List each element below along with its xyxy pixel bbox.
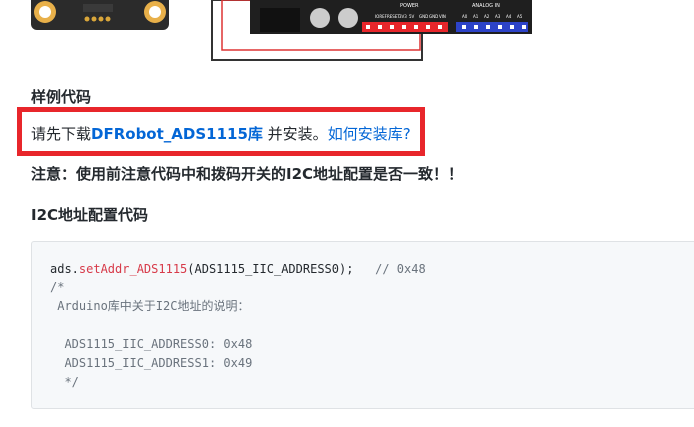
pin-vin: VIN xyxy=(439,14,446,19)
code-inline-comment: // 0x48 xyxy=(375,262,426,276)
sample-code-heading: 样例代码 xyxy=(31,88,92,106)
code-comment-close: */ xyxy=(50,375,79,389)
install-prefix: 请先下载 xyxy=(31,125,92,143)
code-object: ads. xyxy=(50,262,79,276)
pin-5v: 5V xyxy=(409,14,415,19)
pin-a5: A5 xyxy=(517,14,523,19)
code-comment-address0: ADS1115_IIC_ADDRESS0: 0x48 xyxy=(50,337,253,351)
code-comment-open: /* xyxy=(50,280,65,294)
pin-gnd-1: GND xyxy=(419,14,428,19)
i2c-config-heading: I2C地址配置代码 xyxy=(31,206,149,224)
pin-a0: A0 xyxy=(462,14,468,19)
how-to-install-link[interactable]: 如何安装库? xyxy=(328,125,411,143)
analog-in-label: ANALOG IN xyxy=(472,3,500,9)
board-image xyxy=(31,0,169,30)
pin-a2: A2 xyxy=(484,14,490,19)
install-middle: 并安装。 xyxy=(262,125,328,143)
pin-a3: A3 xyxy=(495,14,501,19)
code-args: (ADS1115_IIC_ADDRESS0); xyxy=(187,262,376,276)
code-comment-desc: Arduino库中关于I2C地址的说明： xyxy=(50,299,250,313)
pin-a4: A4 xyxy=(506,14,512,19)
code-block[interactable]: ads.setAddr_ADS1115(ADS1115_IIC_ADDRESS0… xyxy=(31,241,694,409)
library-download-link[interactable]: DFRobot_ADS1115库 xyxy=(91,125,263,143)
code-line-setaddr: ads.setAddr_ADS1115(ADS1115_IIC_ADDRESS0… xyxy=(50,261,426,277)
power-header-label: POWER xyxy=(400,3,419,9)
code-function: setAddr_ADS1115 xyxy=(78,262,188,276)
pin-gnd-2: GND xyxy=(429,14,438,19)
wiring-diagram-image: POWER ANALOG IN IOREF RESET 3V3 5V GND G… xyxy=(211,0,532,61)
note-heading: 注意：使用前注意代码中和拨码开关的I2C地址配置是否一致！！ xyxy=(31,165,464,183)
install-instruction: 请先下载DFRobot_ADS1115库 并安装。如何安装库? xyxy=(31,124,411,144)
code-comment-address1: ADS1115_IIC_ADDRESS1: 0x49 xyxy=(50,356,253,370)
pin-3v3: 3V3 xyxy=(399,14,407,19)
pin-a1: A1 xyxy=(473,14,479,19)
pin-ioref: IOREF xyxy=(375,14,388,19)
